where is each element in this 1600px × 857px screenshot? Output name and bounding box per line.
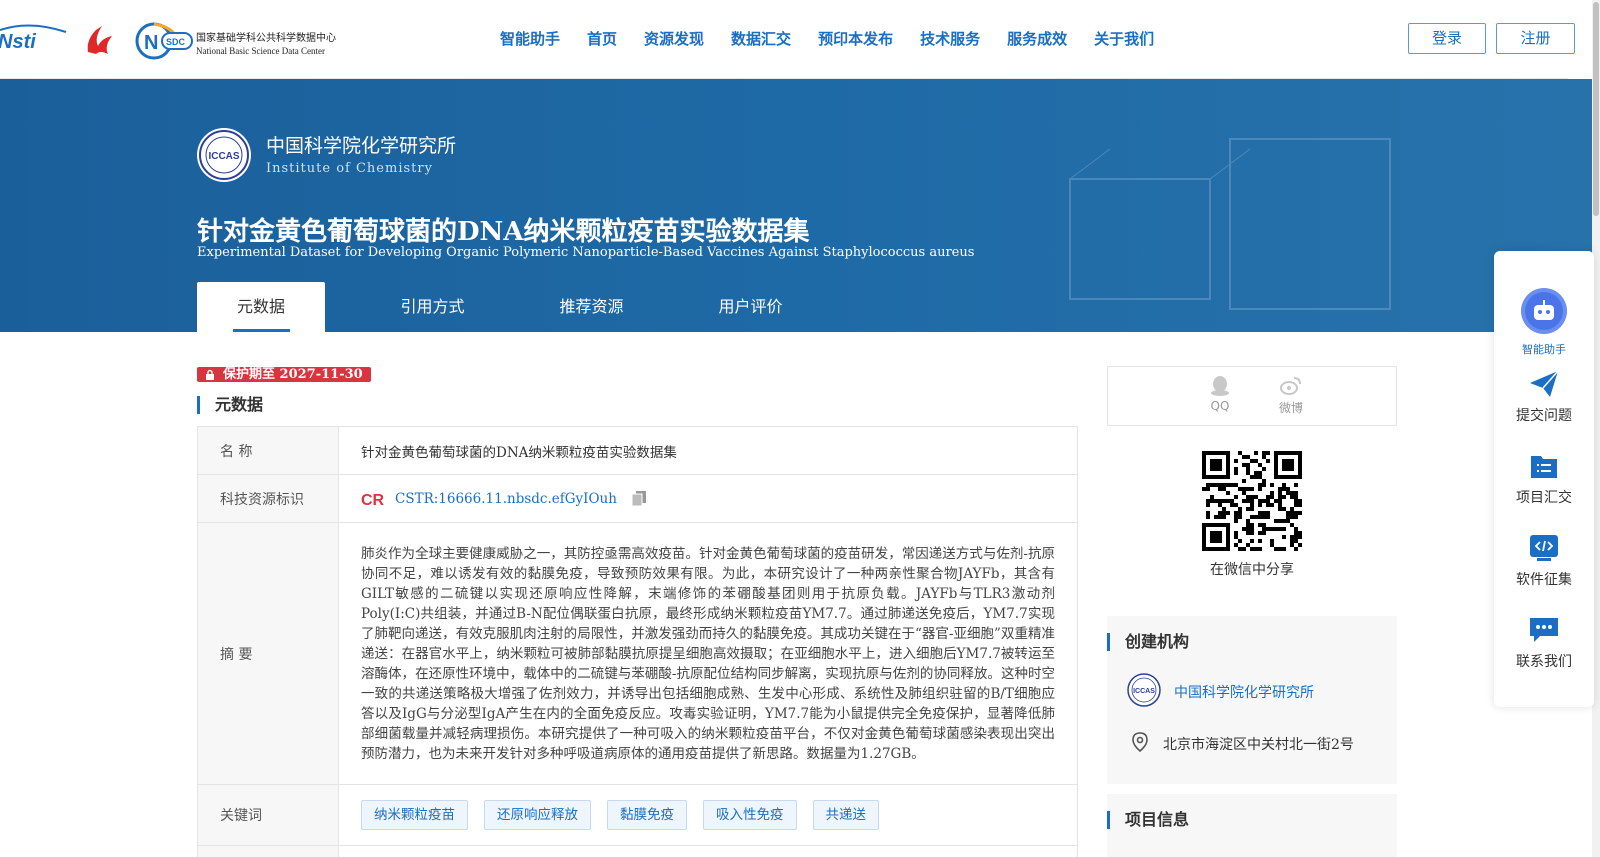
row-label-keywords: 关键词 xyxy=(198,785,339,845)
qq-icon xyxy=(1211,376,1229,396)
nsdc-logo-abbr: SDC xyxy=(166,37,186,47)
row-value-cstr: CR CSTR:16666.11.nbsdc.efGyIOuh xyxy=(339,475,1077,522)
nsdc-logo-cn: 国家基础学科公共科学数据中心 xyxy=(196,33,336,44)
robot-icon xyxy=(1521,288,1567,334)
login-button[interactable]: 登录 xyxy=(1408,23,1486,54)
metadata-section-title: 元数据 xyxy=(197,396,263,414)
dataset-banner: ICCAS 中国科学院化学研究所 Institute of Chemistry … xyxy=(0,79,1592,332)
nav-about[interactable]: 关于我们 xyxy=(1094,28,1154,49)
nav-tech-service[interactable]: 技术服务 xyxy=(920,28,980,49)
org-logo[interactable]: ICCAS xyxy=(1127,673,1161,707)
float-project-submission[interactable]: 项目汇交 xyxy=(1494,451,1594,507)
protection-text: 保护期至 2027-11-30 xyxy=(223,367,363,382)
nstl-logo-text: Nsti xyxy=(0,31,36,53)
banner-decoration xyxy=(1069,138,1391,310)
dataset-tabs: 元数据 引用方式 推荐资源 用户评价 xyxy=(197,282,830,332)
nav-home[interactable]: 首页 xyxy=(587,28,617,49)
institute-name: 中国科学院化学研究所 xyxy=(266,135,457,157)
table-row: 名 称 针对金黄色葡萄球菌的DNA纳米颗粒疫苗实验数据集 xyxy=(198,427,1077,475)
float-ai-assistant[interactable]: 智能助手 xyxy=(1494,287,1594,357)
float-contact-label: 联系我们 xyxy=(1516,654,1572,670)
nav-preprint[interactable]: 预印本发布 xyxy=(818,28,893,49)
svg-text:ICCAS: ICCAS xyxy=(1133,688,1155,695)
row-label-name: 名 称 xyxy=(198,427,339,474)
cstr-link[interactable]: CSTR:16666.11.nbsdc.efGyIOuh xyxy=(395,491,617,507)
nav-ai-assistant[interactable]: 智能助手 xyxy=(500,28,560,49)
share-panel: QQ 微博 xyxy=(1107,366,1397,426)
share-weibo[interactable]: 微博 xyxy=(1271,375,1311,416)
share-qq[interactable]: QQ xyxy=(1200,375,1240,413)
float-contact-us[interactable]: 联系我们 xyxy=(1494,615,1594,671)
float-software-call[interactable]: 软件征集 xyxy=(1494,533,1594,589)
float-submit-question[interactable]: 提交问题 xyxy=(1494,369,1594,425)
main-nav: 智能助手 首页 资源发现 数据汇交 预印本发布 技术服务 服务成效 关于我们 xyxy=(500,28,1181,49)
abstract-text: 肺炎作为全球主要健康威胁之一，其防控亟需高效疫苗。针对金黄色葡萄球菌的疫苗研发，… xyxy=(361,545,1055,762)
share-weibo-label: 微博 xyxy=(1278,401,1303,415)
table-row: 摘 要 肺炎作为全球主要健康威胁之一，其防控亟需高效疫苗。针对金黄色葡萄球菌的疫… xyxy=(198,523,1077,785)
register-button[interactable]: 注册 xyxy=(1496,23,1575,54)
weibo-icon xyxy=(1280,377,1301,395)
keyword-tag[interactable]: 共递送 xyxy=(812,800,879,830)
row-value-keywords: 纳米颗粒疫苗 还原响应释放 黏膜免疫 吸入性免疫 共递送 xyxy=(339,785,1077,845)
nav-data-submission[interactable]: 数据汇交 xyxy=(731,28,791,49)
float-project-label: 项目汇交 xyxy=(1516,490,1572,506)
row-value-name: 针对金黄色葡萄球菌的DNA纳米颗粒疫苗实验数据集 xyxy=(361,444,677,461)
table-row: 科技资源标识 CR CSTR:16666.11.nbsdc.efGyIOuh xyxy=(198,475,1077,523)
keyword-tag[interactable]: 黏膜免疫 xyxy=(607,800,687,830)
svg-text:ICCAS: ICCAS xyxy=(208,151,239,162)
dataset-title: 针对金黄色葡萄球菌的DNA纳米颗粒疫苗实验数据集 xyxy=(197,217,810,247)
share-qq-label: QQ xyxy=(1210,399,1230,413)
institute-name-en: Institute of Chemistry xyxy=(266,161,433,176)
floating-toolbar: 智能助手 提交问题 项目汇交 软件征集 联系我们 xyxy=(1494,251,1594,707)
row-label-cstr: 科技资源标识 xyxy=(198,475,339,522)
float-submit-label: 提交问题 xyxy=(1516,408,1572,424)
project-info-title: 项目信息 xyxy=(1107,811,1189,829)
org-address: 北京市海淀区中关村北一街2号 xyxy=(1163,737,1354,753)
chat-icon xyxy=(1530,618,1558,642)
creator-org-title: 创建机构 xyxy=(1107,633,1189,651)
table-row: 关键词 纳米颗粒疫苗 还原响应释放 黏膜免疫 吸入性免疫 共递送 xyxy=(198,785,1077,846)
cstr-logo-icon: CR xyxy=(361,492,385,508)
table-row xyxy=(198,846,1077,857)
nav-service-results[interactable]: 服务成效 xyxy=(1007,28,1067,49)
keyword-tag[interactable]: 吸入性免疫 xyxy=(703,800,797,830)
institute-logo[interactable]: ICCAS xyxy=(197,128,251,182)
keyword-tag[interactable]: 纳米颗粒疫苗 xyxy=(361,800,468,830)
location-pin-icon xyxy=(1132,732,1148,752)
keyword-tag[interactable]: 还原响应释放 xyxy=(484,800,591,830)
tab-user-reviews[interactable]: 用户评价 xyxy=(671,282,830,332)
scrollbar-thumb[interactable] xyxy=(1593,2,1599,216)
lock-icon xyxy=(206,369,214,380)
org-name-link[interactable]: 中国科学院化学研究所 xyxy=(1174,682,1314,702)
row-value-next xyxy=(339,846,1077,857)
copy-icon[interactable] xyxy=(631,490,647,507)
tab-metadata[interactable]: 元数据 xyxy=(197,282,325,332)
row-label-next xyxy=(198,846,339,857)
protection-badge: 保护期至 2027-11-30 xyxy=(197,367,371,382)
row-label-abstract: 摘 要 xyxy=(198,523,339,784)
partner-logo[interactable] xyxy=(82,22,118,58)
metadata-table: 名 称 针对金黄色葡萄球菌的DNA纳米颗粒疫苗实验数据集 科技资源标识 CR C… xyxy=(197,426,1078,857)
send-icon xyxy=(1530,370,1559,397)
nsdc-logo-en: National Basic Science Data Center xyxy=(196,46,325,56)
float-software-label: 软件征集 xyxy=(1516,572,1572,588)
nsdc-logo-letter: N xyxy=(144,32,158,54)
code-icon xyxy=(1530,535,1558,561)
svg-text:CR: CR xyxy=(361,492,385,508)
list-icon xyxy=(1531,456,1557,478)
nav-resource-discovery[interactable]: 资源发现 xyxy=(644,28,704,49)
tab-citation[interactable]: 引用方式 xyxy=(353,282,512,332)
float-ai-label: 智能助手 xyxy=(1522,343,1566,356)
row-value-abstract: 肺炎作为全球主要健康威胁之一，其防控亟需高效疫苗。针对金黄色葡萄球菌的疫苗研发，… xyxy=(339,523,1077,784)
wechat-qr-code xyxy=(1202,451,1302,551)
nsdc-logo[interactable]: N SDC 国家基础学科公共科学数据中心 National Basic Scie… xyxy=(134,21,349,61)
qr-caption: 在微信中分享 xyxy=(1210,562,1294,578)
tab-recommended[interactable]: 推荐资源 xyxy=(512,282,671,332)
nstl-logo[interactable]: Nsti xyxy=(0,22,68,54)
dataset-subtitle: Experimental Dataset for Developing Orga… xyxy=(197,245,975,260)
top-header: Nsti N SDC 国家基础学科公共科学数据中心 National Basic… xyxy=(0,0,1575,79)
